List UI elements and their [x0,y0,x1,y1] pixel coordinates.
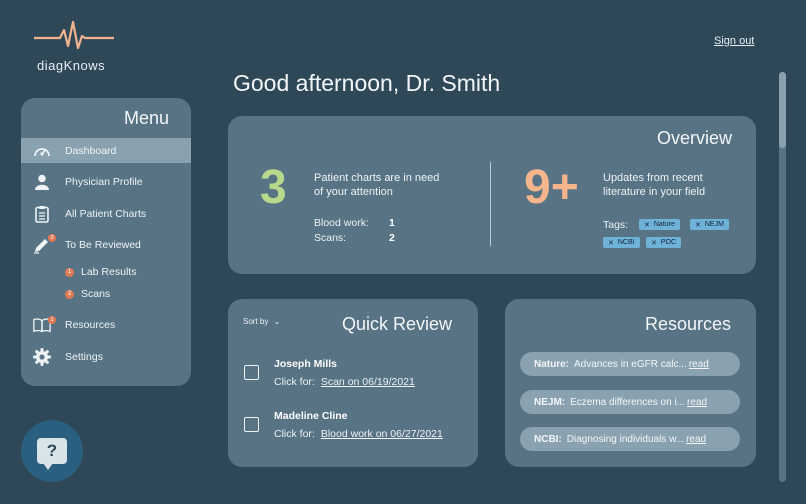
sidebar-menu: Menu Dashboard Physician Profile All Pat… [21,98,191,386]
sidebar-subitem-scans[interactable]: 2 Scans [65,287,110,301]
review-checkbox[interactable] [244,365,259,380]
gear-icon [33,347,51,366]
help-button[interactable]: ? [21,420,83,482]
resource-item[interactable]: NEJM: Eczema differences on i... read [520,390,740,414]
tag-chip-poc[interactable]: ✕ POC [646,237,682,248]
sidebar-item-to-be-reviewed[interactable]: 3 To Be Reviewed [21,232,191,257]
overview-divider [490,162,491,246]
tag-label: Nature [653,221,675,228]
sidebar-item-label: All Patient Charts [65,207,147,220]
resource-item[interactable]: NCBI: Diagnosing individuals w... read [520,427,740,451]
click-for-label: Click for: [274,428,315,440]
resource-title: Diagnosing individuals w... [566,433,685,445]
sort-by-label: Sort by [243,317,269,326]
notification-badge: 3 [48,234,56,242]
clipboard-icon [33,205,51,223]
updates-description: Updates from recent literature in your f… [603,172,706,198]
sidebar-item-label: Dashboard [65,144,117,157]
notification-badge: 1 [65,267,74,277]
blood-work-count: 1 [389,217,395,229]
resource-source: NEJM: [534,396,566,408]
tag-label: NEJM [704,221,724,228]
sidebar-item-physician-profile[interactable]: Physician Profile [21,169,191,194]
person-icon [33,173,51,191]
tag-chip-ncbi[interactable]: ✕ NCBI [603,237,640,248]
sidebar-item-label: Physician Profile [65,175,143,188]
blood-work-label: Blood work: [314,217,369,229]
sidebar-item-settings[interactable]: Settings [21,344,191,369]
app-logo-text: diagKnows [37,58,106,73]
patient-record-link[interactable]: Blood work on 06/27/2021 [321,428,443,440]
sidebar-subitem-label: Scans [81,288,111,300]
sidebar-subitem-lab-results[interactable]: 1 Lab Results [65,265,136,279]
charts-description: Patient charts are in need of your atten… [314,172,440,198]
help-chat-icon: ? [37,438,67,470]
review-checkbox[interactable] [244,417,259,432]
sidebar-subitem-label: Lab Results [81,266,137,278]
resource-title: Advances in eGFR calc... [574,358,687,370]
remove-tag-icon[interactable]: ✕ [695,221,701,229]
charts-count: 3 [260,161,287,214]
notification-badge: 1 [48,316,56,324]
updates-count: 9+ [524,161,579,214]
sort-by-dropdown[interactable]: Sort by ⌄ [243,317,280,326]
sidebar-item-dashboard[interactable]: Dashboard [21,138,191,163]
scans-count: 2 [389,232,395,244]
tag-chip-nejm[interactable]: ✕ NEJM [690,219,729,230]
click-for-label: Click for: [274,376,315,388]
speedometer-icon [33,142,51,160]
resource-item[interactable]: Nature: Advances in eGFR calc... read [520,352,740,376]
patient-name: Madeline Cline [274,410,348,422]
resources-title: Resources [644,314,731,334]
overview-title: Overview [656,128,732,148]
remove-tag-icon[interactable]: ✕ [651,239,657,247]
resources-card: Resources Nature: Advances in eGFR calc.… [505,299,756,467]
remove-tag-icon[interactable]: ✕ [608,239,614,247]
scrollbar-thumb[interactable] [779,72,786,148]
remove-tag-icon[interactable]: ✕ [644,221,650,229]
sidebar-item-resources[interactable]: 1 Resources [21,312,191,337]
quick-review-title: Quick Review [341,314,452,334]
read-link[interactable]: read [686,434,706,445]
patient-name: Joseph Mills [274,358,338,370]
tag-chip-nature[interactable]: ✕ Nature [639,219,680,230]
resource-source: Nature: [534,358,570,370]
notification-badge: 2 [65,289,74,299]
resource-source: NCBI: [534,433,562,445]
overview-card: Overview 3 Patient charts are in need of… [228,116,756,274]
read-link[interactable]: read [687,397,707,408]
resource-title: Eczema differences on i... [570,396,685,408]
sidebar-item-all-patient-charts[interactable]: All Patient Charts [21,201,191,226]
heartbeat-logo-icon [34,20,114,50]
read-link[interactable]: read [689,359,709,370]
quick-review-card: Sort by ⌄ Quick Review Joseph Mills Clic… [228,299,478,467]
sign-out-link[interactable]: Sign out [714,35,754,47]
tag-label: POC [660,239,677,246]
sidebar-item-label: Resources [65,318,116,331]
sidebar-item-label: To Be Reviewed [65,238,141,251]
menu-title: Menu [123,108,169,128]
sidebar-item-label: Settings [65,350,103,363]
scans-label: Scans: [314,232,347,244]
patient-record-link[interactable]: Scan on 06/19/2021 [321,376,415,388]
chevron-down-icon: ⌄ [273,317,281,326]
tags-label: Tags: [603,219,629,231]
tag-label: NCBI [617,239,635,246]
greeting-heading: Good afternoon, Dr. Smith [233,70,501,96]
